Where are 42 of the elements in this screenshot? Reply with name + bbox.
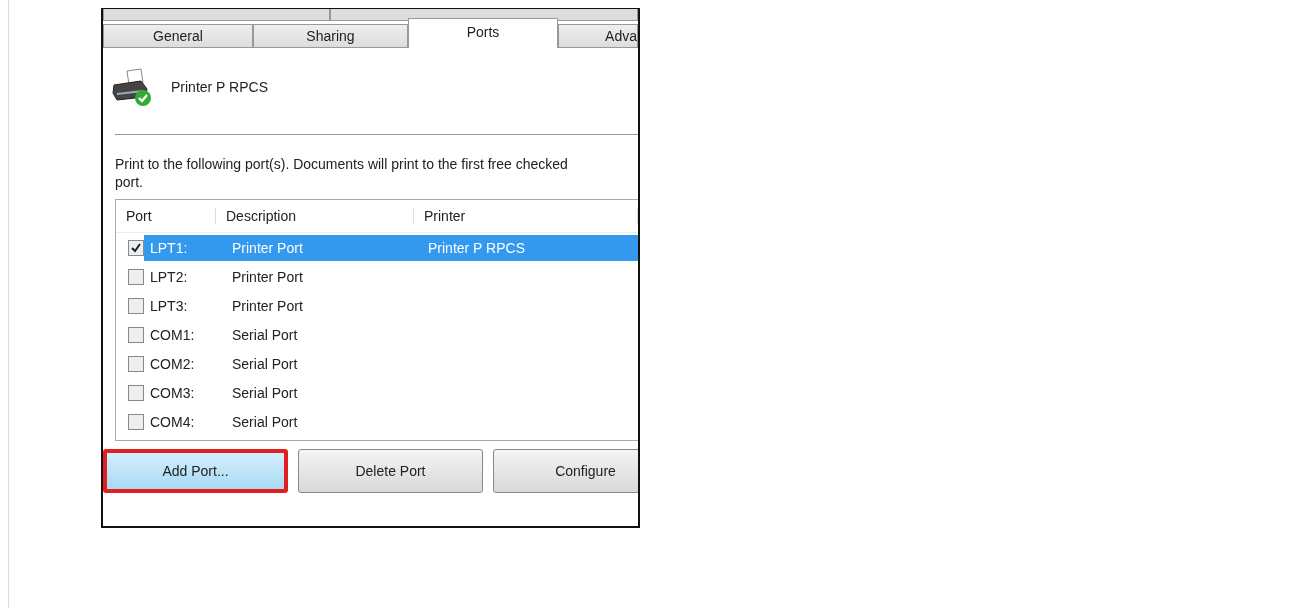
tab[interactable]: Sharing	[253, 24, 408, 48]
table-cell-text: COM2:	[149, 355, 196, 372]
table-cell-text: Printer Port	[231, 239, 304, 256]
table-cell-text: COM1:	[149, 326, 196, 343]
table-cell-text: LPT1:	[149, 239, 189, 256]
checkbox[interactable]	[128, 297, 144, 314]
dialog-button[interactable]: Configure	[493, 449, 638, 494]
table-cell-text: Serial Port	[231, 413, 299, 430]
tab[interactable]: Ports	[408, 18, 558, 48]
tab[interactable]	[330, 9, 638, 21]
checkbox[interactable]	[128, 326, 144, 343]
dialog-button[interactable]: Add Port...	[103, 449, 288, 494]
table-cell-text: COM3:	[149, 384, 196, 401]
checkbox[interactable]	[128, 413, 144, 430]
port-row[interactable]: LPT2: Printer Port	[144, 263, 638, 290]
checkbox[interactable]	[128, 355, 144, 372]
printer-name: Printer P RPCS	[171, 79, 268, 95]
table-cell-text: Serial Port	[231, 384, 299, 401]
column-header[interactable]: Port	[116, 208, 216, 225]
table-cell-text: Printer P RPCS	[427, 239, 526, 256]
port-row[interactable]: COM4: Serial Port	[144, 408, 638, 435]
port-row[interactable]: COM1: Serial Port	[144, 321, 638, 348]
checkbox[interactable]	[128, 268, 144, 285]
dialog-button[interactable]: Delete Port	[298, 449, 483, 494]
table-cell-text: LPT2:	[149, 268, 189, 285]
port-row[interactable]: COM2: Serial Port	[144, 350, 638, 377]
tab[interactable]: Adva	[558, 24, 638, 48]
table-cell-text: Serial Port	[231, 326, 299, 343]
port-row[interactable]: LPT3: Printer Port	[144, 292, 638, 319]
column-header[interactable]: Printer	[414, 208, 638, 225]
table-cell-text: LPT3:	[149, 297, 189, 314]
checkbox[interactable]	[128, 239, 144, 256]
column-header[interactable]: Description	[216, 208, 414, 225]
tab[interactable]: General	[103, 24, 253, 48]
table-cell-text: Serial Port	[231, 355, 299, 372]
tab[interactable]	[103, 9, 330, 21]
checkbox[interactable]	[128, 384, 144, 401]
table-cell-text: Printer Port	[231, 297, 304, 314]
table-cell-text: Printer Port	[231, 268, 304, 285]
table-cell-text: COM4:	[149, 413, 196, 430]
instructions-text: Print to the following port(s). Documents will print to the first free checked port.	[115, 155, 569, 192]
port-row[interactable]: COM3: Serial Port	[144, 379, 638, 406]
